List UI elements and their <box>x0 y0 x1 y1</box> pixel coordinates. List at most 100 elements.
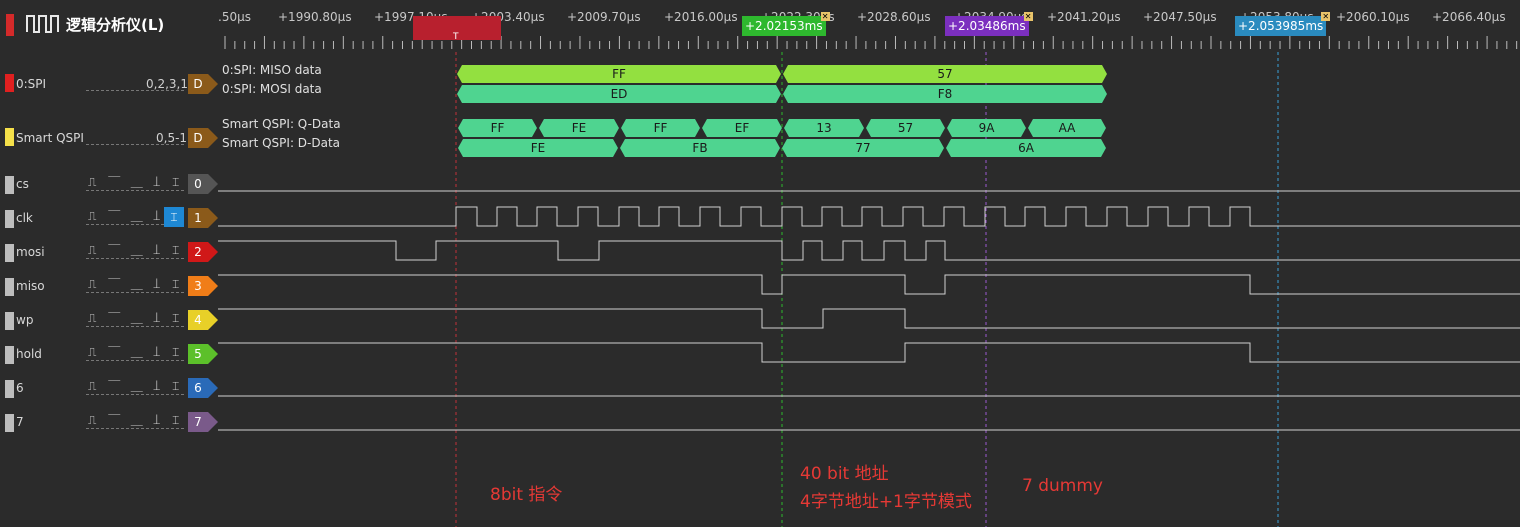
title-accent <box>6 14 14 36</box>
waveform-canvas[interactable]: FF 57 ED F8 FF FE FF EF 13 57 9A AA FE FB 77 6A <box>218 52 1520 527</box>
channel-name[interactable]: miso <box>16 279 45 293</box>
badge-label: 1 <box>194 211 202 225</box>
trigger-options[interactable]: ⎍ ⎺ ⎽ ⟘ ⌶ <box>88 379 183 394</box>
frame-value: FB <box>692 141 707 155</box>
badge-label: 5 <box>194 347 202 361</box>
marker-2[interactable]: +2.03486ms ✕ <box>945 12 1033 36</box>
channel-badge[interactable]: 4 <box>188 310 218 330</box>
channel-color[interactable] <box>5 176 14 194</box>
channel-6[interactable]: 6 ⎍ ⎺ ⎽ ⟘ ⌶ 6 <box>0 376 218 404</box>
close-icon[interactable]: ✕ <box>1023 12 1033 21</box>
channel-name[interactable]: hold <box>16 347 42 361</box>
marker-1[interactable]: +2.02153ms ✕ <box>742 12 830 36</box>
annotation-instruction: 8bit 指令 <box>490 485 563 505</box>
panel-title[interactable]: 逻辑分析仪(L) <box>66 14 164 35</box>
marker-2-label: +2.03486ms <box>948 19 1026 33</box>
channel-miso[interactable]: miso ⎍ ⎺ ⎽ ⟘ ⌶ 3 <box>0 274 218 302</box>
trigger-options[interactable]: ⎍ ⎺ ⎽ ⟘ ⌶ <box>88 277 183 292</box>
frame-value: 57 <box>898 121 913 135</box>
channel-badge[interactable]: 5 <box>188 344 218 364</box>
channel-color[interactable] <box>5 74 14 92</box>
channel-hold[interactable]: hold ⎍ ⎺ ⎽ ⟘ ⌶ 5 <box>0 342 218 370</box>
decoded-frame[interactable]: 9A <box>947 119 1026 137</box>
decoded-frame[interactable]: FB <box>620 139 780 157</box>
decoded-frame[interactable]: 77 <box>782 139 944 157</box>
channel-name[interactable]: Smart QSPI <box>16 131 84 145</box>
close-icon[interactable]: ✕ <box>1321 12 1331 21</box>
badge-label: D <box>193 131 203 145</box>
channel-badge[interactable]: 3 <box>188 276 218 296</box>
wp-waveform <box>218 308 1520 329</box>
decoded-frame[interactable]: FE <box>458 139 618 157</box>
channel-badge[interactable]: D <box>188 74 218 94</box>
badge-label: 0 <box>194 177 202 191</box>
decoded-frame[interactable]: FF <box>621 119 700 137</box>
decoded-frame[interactable]: AA <box>1028 119 1106 137</box>
channel-badge[interactable]: 6 <box>188 378 218 398</box>
frame-value: F8 <box>938 87 953 101</box>
divider <box>86 428 184 429</box>
trigger-options[interactable]: ⎍ ⎺ ⎽ ⟘ ⌶ <box>88 311 183 326</box>
channel-badge[interactable]: D <box>188 128 218 148</box>
channel-color[interactable] <box>5 210 14 228</box>
channel-mosi[interactable]: mosi ⎍ ⎺ ⎽ ⟘ ⌶ 2 <box>0 240 218 268</box>
hold-waveform <box>218 342 1520 363</box>
frame-value: 57 <box>937 67 952 81</box>
channel-clk[interactable]: clk ⎍ ⎺ ⎽ ⟘ ⌶ ⌶ 1 <box>0 206 218 234</box>
channel-name[interactable]: clk <box>16 211 33 225</box>
channel-badge[interactable]: 1 <box>188 208 218 228</box>
channel-color[interactable] <box>5 414 14 432</box>
trigger-marker[interactable]: T <box>413 16 501 42</box>
channel-spi[interactable]: 0:SPI 0,2,3,1 D <box>0 72 218 100</box>
channel-color[interactable] <box>5 346 14 364</box>
channel-cs[interactable]: cs ⎍ ⎺ ⎽ ⟘ ⌶ 0 <box>0 172 218 200</box>
trigger-options[interactable]: ⎍ ⎺ ⎽ ⟘ ⌶ <box>88 243 183 258</box>
divider <box>86 258 184 259</box>
channel-name[interactable]: mosi <box>16 245 45 259</box>
channel-name[interactable]: 0:SPI <box>16 77 46 91</box>
channel-name[interactable]: 6 <box>16 381 24 395</box>
channel-color[interactable] <box>5 380 14 398</box>
close-icon[interactable]: ✕ <box>820 12 830 21</box>
decoded-frame[interactable]: 57 <box>866 119 945 137</box>
badge-label: 2 <box>194 245 202 259</box>
frame-value: AA <box>1059 121 1077 135</box>
marker-3[interactable]: +2.053985ms ✕ <box>1235 12 1331 36</box>
decoded-frame[interactable]: 13 <box>784 119 864 137</box>
decoded-frame[interactable]: EF <box>702 119 782 137</box>
channel-color[interactable] <box>5 244 14 262</box>
annotation-dummy: 7 dummy <box>1022 476 1103 496</box>
channel-badge[interactable]: 7 <box>188 412 218 432</box>
channel-smart-qspi[interactable]: Smart QSPI 0,5-1 D <box>0 126 218 154</box>
channel-name[interactable]: 7 <box>16 415 24 429</box>
decoded-frame[interactable]: F8 <box>783 85 1107 103</box>
logic-analyzer-window: 逻辑分析仪(L) .50µs +1990.80µs +1997.10µs +20… <box>0 0 1520 527</box>
decoded-frame[interactable]: 57 <box>783 65 1107 83</box>
channel-7[interactable]: 7 ⎍ ⎺ ⎽ ⟘ ⌶ 7 <box>0 410 218 438</box>
channel-color[interactable] <box>5 128 14 146</box>
trigger-options[interactable]: ⎍ ⎺ ⎽ ⟘ ⌶ <box>88 413 183 428</box>
trigger-selected-icon[interactable]: ⌶ <box>164 207 184 227</box>
badge-label: 4 <box>194 313 202 327</box>
decoded-frame[interactable]: 6A <box>946 139 1106 157</box>
decoded-frame[interactable]: FE <box>539 119 619 137</box>
channel-name[interactable]: wp <box>16 313 33 327</box>
trigger-options[interactable]: ⎍ ⎺ ⎽ ⟘ ⌶ <box>88 175 183 190</box>
frame-value: FF <box>491 121 505 135</box>
channel-wp[interactable]: wp ⎍ ⎺ ⎽ ⟘ ⌶ 4 <box>0 308 218 336</box>
frame-value: 77 <box>855 141 870 155</box>
decoded-frame[interactable]: FF <box>458 119 537 137</box>
trigger-options[interactable]: ⎍ ⎺ ⎽ ⟘ ⌶ <box>88 345 183 360</box>
decoded-frame[interactable]: ED <box>457 85 781 103</box>
logic-analyzer-icon <box>26 15 59 33</box>
channel-color[interactable] <box>5 312 14 330</box>
decoded-frame[interactable]: FF <box>457 65 781 83</box>
divider <box>86 394 184 395</box>
channel-badge[interactable]: 0 <box>188 174 218 194</box>
channel-badge[interactable]: 2 <box>188 242 218 262</box>
badge-label: 7 <box>194 415 202 429</box>
annotation-address-mode: 4字节地址+1字节模式 <box>800 492 972 512</box>
frame-value: EF <box>735 121 750 135</box>
channel-name[interactable]: cs <box>16 177 29 191</box>
channel-color[interactable] <box>5 278 14 296</box>
